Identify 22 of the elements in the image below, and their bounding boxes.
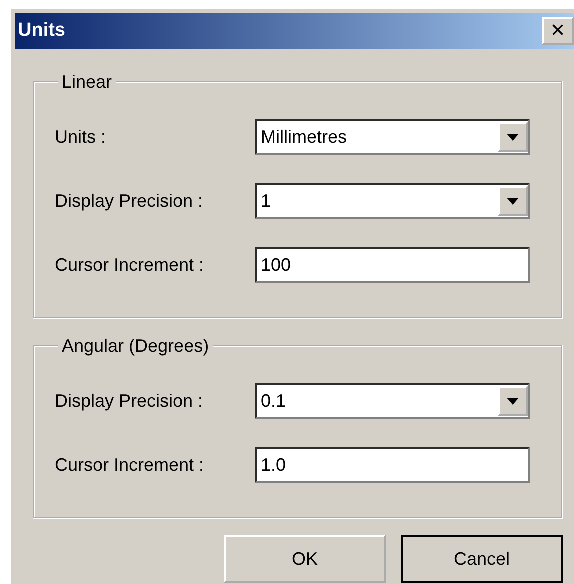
field-label: Cursor Increment : bbox=[55, 254, 206, 276]
input-field[interactable]: 1.0 bbox=[255, 447, 530, 483]
dropdown-field[interactable]: 0.1 bbox=[255, 383, 530, 419]
field-label: Cursor Increment : bbox=[55, 454, 206, 476]
close-button[interactable]: × bbox=[542, 17, 574, 45]
dialog-button[interactable]: Cancel bbox=[401, 535, 563, 583]
group-legend: Linear bbox=[58, 73, 116, 91]
dialog-button[interactable]: OK bbox=[224, 535, 386, 583]
dropdown-arrow-icon bbox=[507, 198, 519, 204]
dropdown-arrow-icon bbox=[507, 398, 519, 404]
field-label: Display Precision : bbox=[55, 390, 204, 413]
dropdown-button[interactable] bbox=[498, 122, 528, 152]
dropdown-button[interactable] bbox=[498, 386, 528, 416]
input-field[interactable]: 100 bbox=[255, 247, 530, 283]
dropdown-field[interactable]: Millimetres bbox=[255, 119, 530, 155]
group-legend: Angular (Degrees) bbox=[58, 337, 214, 355]
dropdown-field[interactable]: 1 bbox=[255, 183, 530, 219]
dropdown-arrow-icon bbox=[507, 134, 519, 140]
field-label: Display Precision : bbox=[55, 190, 204, 213]
field-label: Units : bbox=[55, 126, 108, 148]
dropdown-button[interactable] bbox=[498, 186, 528, 216]
window-title: Units bbox=[18, 18, 66, 43]
